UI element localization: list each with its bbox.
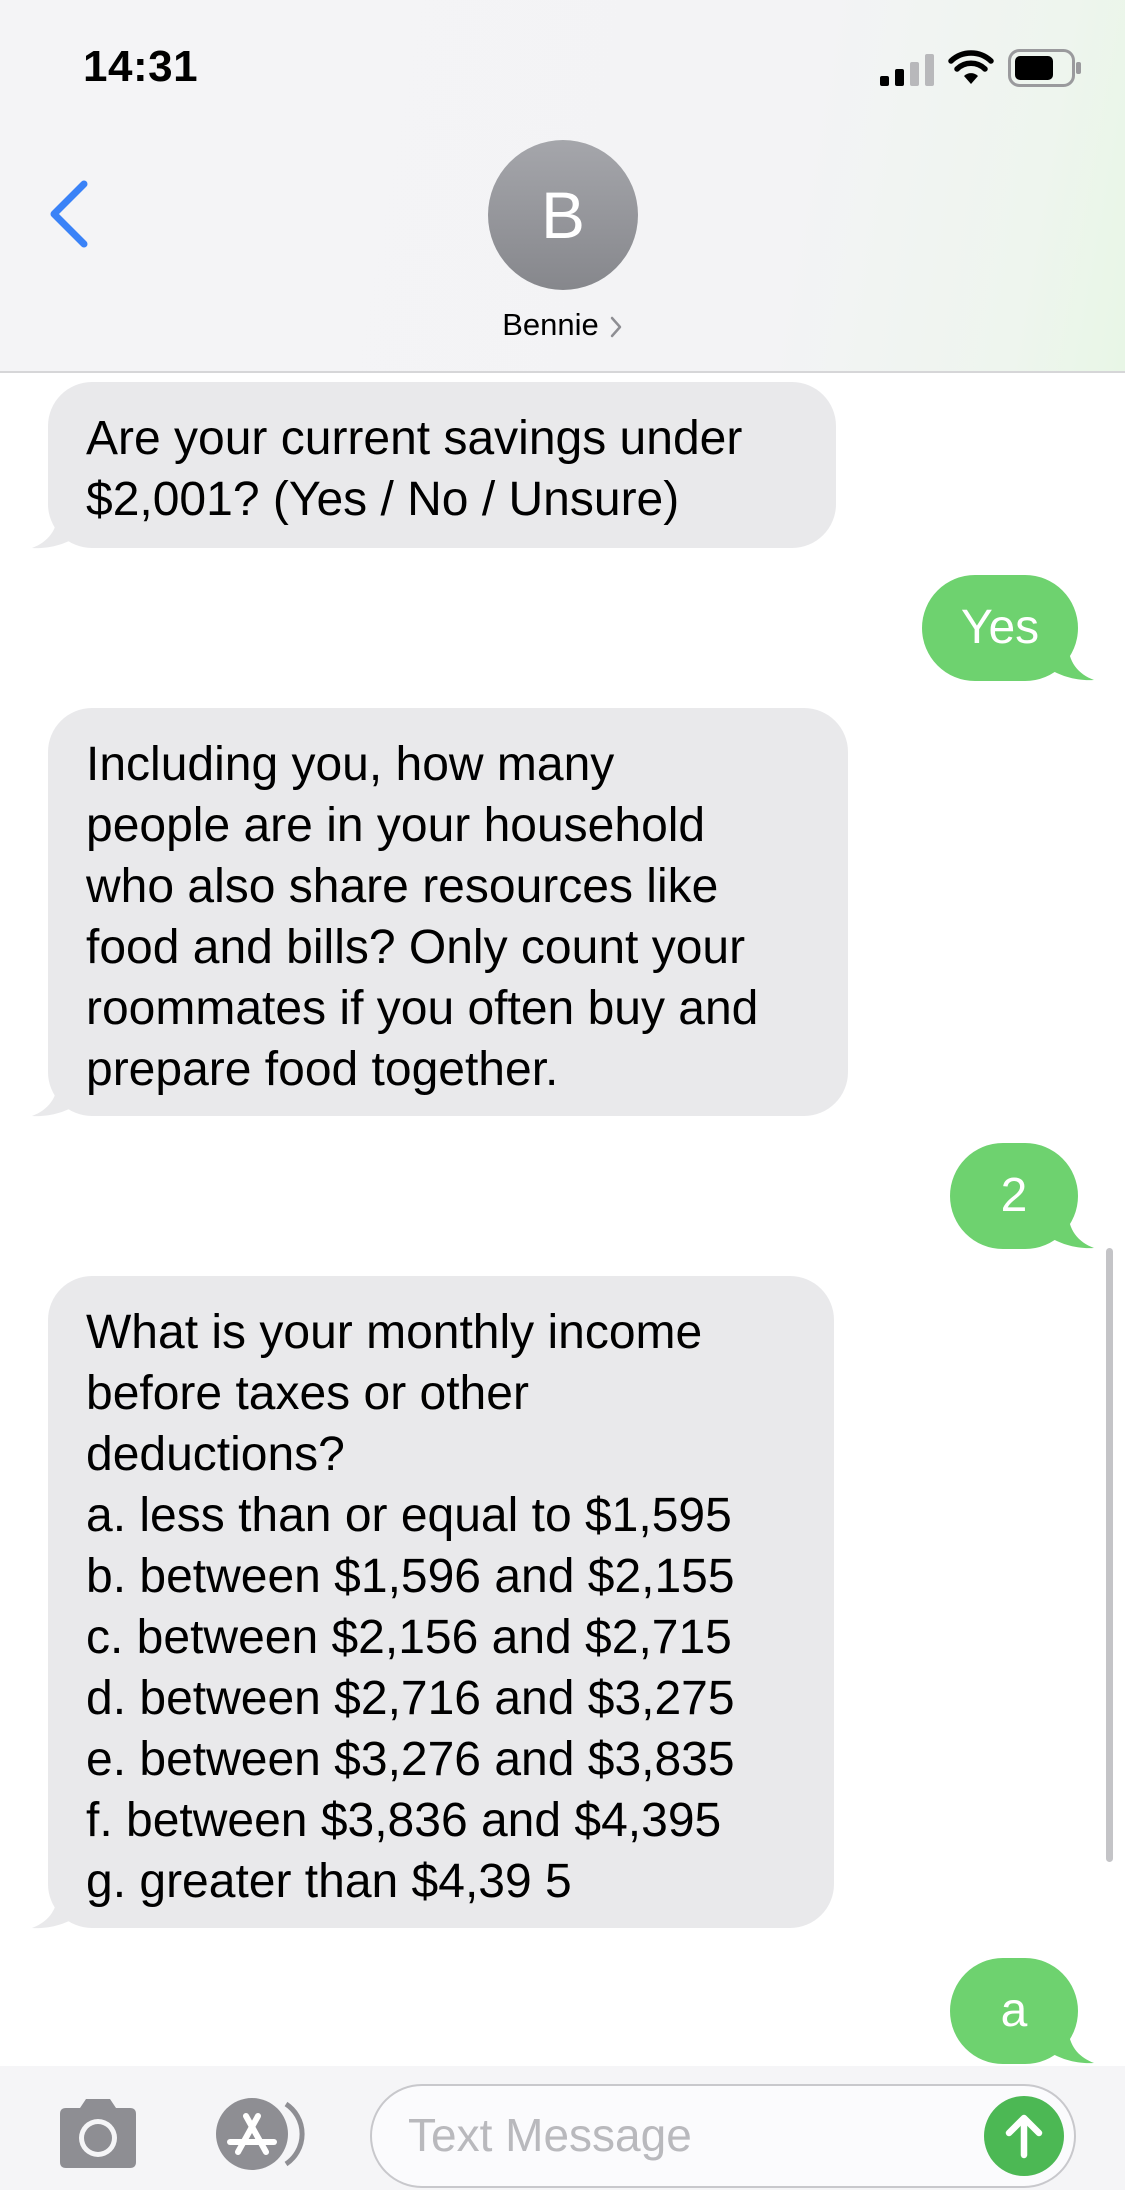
chevron-right-icon [610,316,622,338]
bubble-tail [32,1078,78,1117]
bubble-tail [32,1890,78,1929]
arrow-up-icon [1005,2114,1043,2159]
messages-screen: 14:31 B Bennie Are your current savings … [0,0,1125,2190]
bubble-tail [1048,1210,1094,1249]
contact-avatar[interactable]: B [488,140,638,290]
message-bubble-incoming[interactable]: Are your current savings under $2,001? (… [48,382,836,548]
message-bubble-incoming[interactable]: Including you, how many people are in yo… [48,708,848,1116]
wifi-icon [948,50,994,84]
cellular-signal-icon [880,54,934,86]
message-placeholder: Text Message [408,2109,692,2161]
status-time: 14:31 [83,42,199,91]
back-chevron-icon[interactable] [44,178,94,250]
bubble-tail [1048,642,1094,681]
conversation-header: 14:31 B Bennie [0,0,1125,373]
app-store-icon[interactable] [208,2094,320,2174]
bubble-tail [1048,2025,1094,2064]
battery-icon [1008,49,1081,87]
send-button[interactable] [984,2096,1064,2176]
camera-icon[interactable] [52,2096,144,2172]
bubble-tail [32,510,78,549]
contact-name: Bennie [502,307,599,342]
contact-name-button[interactable]: Bennie [0,303,1125,347]
message-bubble-incoming[interactable]: What is your monthly income before taxes… [48,1276,834,1928]
scroll-indicator[interactable] [1106,1248,1113,1862]
